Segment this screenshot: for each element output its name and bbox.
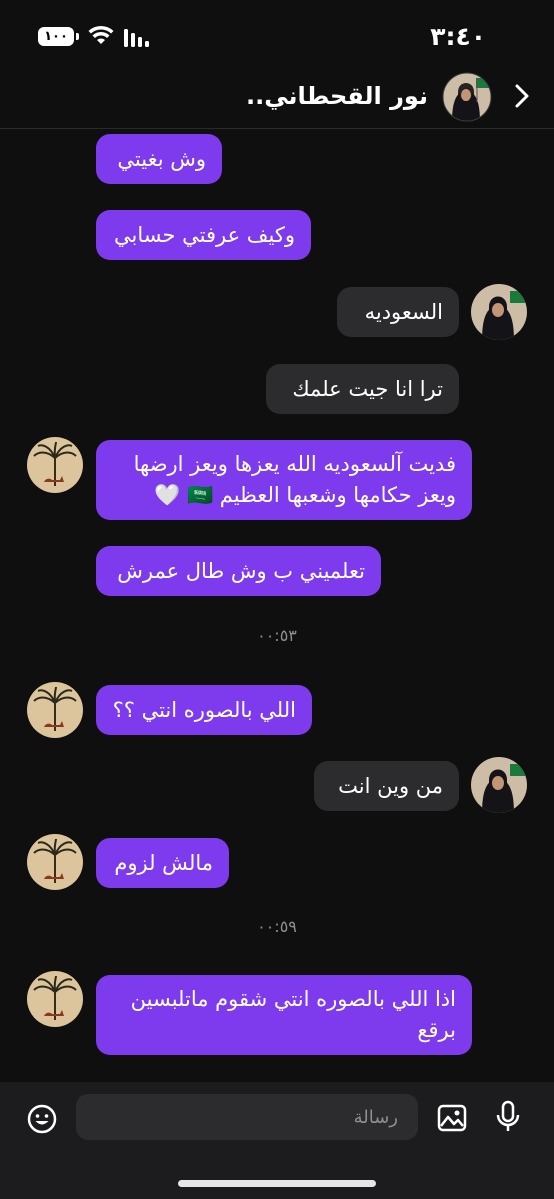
message-text: تعلميني ب وش طال عمرش: [117, 558, 365, 583]
emoji-icon[interactable]: [26, 1103, 58, 1135]
chat-header: نور القحطاني..: [0, 66, 554, 129]
message-text-line1: اذا اللي بالصوره انتي شقوم ماتلبسين: [130, 987, 456, 1011]
message-bubble[interactable]: اللي بالصوره انتي ؟؟: [96, 685, 312, 735]
message-text: السعوديه: [364, 299, 443, 324]
message-text: ترا انا جيت علمك: [292, 376, 443, 401]
signal-icon: [124, 29, 149, 47]
sender-avatar[interactable]: [26, 681, 84, 739]
sender-avatar[interactable]: [26, 436, 84, 494]
contact-avatar[interactable]: [470, 756, 528, 814]
message-bubble[interactable]: اذا اللي بالصوره انتي شقوم ماتلبسين برقع: [96, 975, 472, 1055]
contact-avatar[interactable]: [470, 283, 528, 341]
sender-avatar[interactable]: [26, 970, 84, 1028]
message-bubble[interactable]: ترا انا جيت علمك: [266, 364, 459, 414]
message-list[interactable]: وش بغيتي وكيف عرفتي حسابي السعوديه ترا ا…: [0, 129, 554, 1081]
message-bubble[interactable]: مالش لزوم: [96, 838, 229, 888]
message-text: مالش لزوم: [114, 850, 213, 875]
message-input[interactable]: [76, 1094, 418, 1140]
back-chevron-icon[interactable]: [510, 82, 532, 110]
home-indicator: [178, 1180, 376, 1187]
contact-avatar[interactable]: [442, 72, 492, 122]
message-text-line1: فديت آلسعوديه الله يعزها ويعز ارضها: [133, 452, 456, 476]
message-text-line2: برقع: [417, 1018, 456, 1042]
message-text: وكيف عرفتي حسابي: [113, 222, 295, 247]
message-text: اللي بالصوره انتي ؟؟: [112, 697, 296, 722]
message-text-line2: ويعز حكامها وشعبها العظيم 🇸🇦 🤍: [154, 483, 456, 507]
microphone-icon[interactable]: [494, 1100, 522, 1134]
contact-name[interactable]: نور القحطاني..: [246, 82, 428, 110]
status-bar: ٣:٤٠ ١٠٠: [0, 0, 554, 70]
message-bubble[interactable]: من وين انت: [314, 761, 459, 811]
message-text: من وين انت: [338, 773, 443, 798]
gallery-icon[interactable]: [436, 1102, 468, 1134]
sender-avatar[interactable]: [26, 833, 84, 891]
message-bubble[interactable]: فديت آلسعوديه الله يعزها ويعز ارضها ويعز…: [96, 440, 472, 520]
message-bubble[interactable]: السعوديه: [337, 287, 459, 337]
message-text: وش بغيتي: [117, 146, 206, 171]
message-bubble[interactable]: تعلميني ب وش طال عمرش: [96, 546, 381, 596]
message-bubble[interactable]: وش بغيتي: [96, 134, 222, 184]
message-timestamp: ٠٠:٥٩: [257, 917, 297, 936]
status-time: ٣:٤٠: [430, 22, 486, 51]
wifi-icon: [88, 25, 114, 44]
message-bubble[interactable]: وكيف عرفتي حسابي: [96, 210, 311, 260]
battery-icon: ١٠٠: [38, 27, 79, 46]
message-timestamp: ٠٠:٥٣: [257, 626, 297, 645]
